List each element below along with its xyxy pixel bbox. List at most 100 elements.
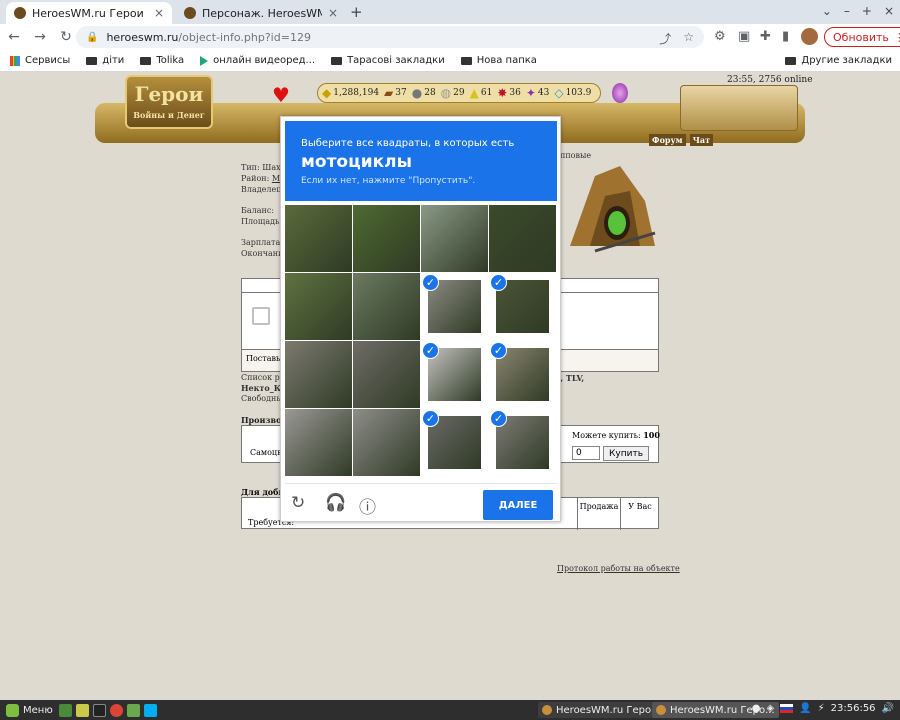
url-path: /object-info.php?id=129 bbox=[178, 30, 311, 44]
profile-avatar[interactable] bbox=[801, 28, 818, 45]
captcha-tile[interactable]: ✓ bbox=[421, 409, 488, 476]
resource-crystal: ✸ 36 bbox=[497, 86, 521, 100]
task-window-1[interactable]: HeroesWM.ru Геро... bbox=[538, 702, 665, 718]
can-buy: Можете купить: 100 bbox=[572, 430, 660, 440]
tab-heroeswm[interactable]: HeroesWM.ru Герои войны и ... × bbox=[6, 2, 172, 24]
captcha-tile[interactable] bbox=[353, 341, 420, 408]
new-tab-button[interactable]: + bbox=[350, 3, 363, 21]
captcha-tile[interactable] bbox=[285, 273, 352, 340]
captcha-tile[interactable]: ✓ bbox=[421, 341, 488, 408]
network-icon[interactable]: ⚡ bbox=[818, 703, 825, 714]
bookmark-label: Сервисы bbox=[25, 55, 71, 66]
update-button[interactable]: Обновить ⋮ bbox=[824, 27, 900, 47]
robot-checkbox[interactable] bbox=[252, 307, 270, 325]
captcha-tile[interactable] bbox=[353, 409, 420, 476]
captcha-tile[interactable] bbox=[421, 205, 488, 272]
can-buy-label: Можете купить: bbox=[572, 431, 641, 440]
captcha-tile[interactable] bbox=[489, 205, 556, 272]
share-icon[interactable]: ⤴ bbox=[659, 30, 671, 47]
group-suffix: пповые bbox=[560, 151, 592, 160]
online-counter: 23:55, 2756 online bbox=[727, 75, 813, 85]
bookmark-star-icon[interactable]: ☆ bbox=[683, 30, 694, 47]
captcha-tile[interactable]: ✓ bbox=[489, 341, 556, 408]
skype-icon[interactable] bbox=[143, 703, 157, 717]
clock[interactable]: 23:56:56 bbox=[831, 703, 876, 714]
other-bookmarks[interactable]: Другие закладки bbox=[785, 55, 892, 66]
files-icon[interactable] bbox=[126, 703, 140, 717]
captcha-tile[interactable] bbox=[353, 273, 420, 340]
resource-wood: ▰ 37 bbox=[384, 86, 407, 100]
captcha-tile[interactable] bbox=[353, 205, 420, 272]
translate-icon[interactable]: ⚙ bbox=[714, 29, 726, 44]
captcha-tile[interactable] bbox=[285, 409, 352, 476]
top-menu: Форум Чат bbox=[649, 134, 714, 146]
captcha-hint: Если их нет, нажмите "Пропустить". bbox=[301, 176, 476, 186]
bookmark-folder[interactable]: діти bbox=[86, 55, 124, 66]
health-heart-icon[interactable]: ♥ bbox=[272, 83, 290, 107]
reload-icon[interactable]: ↻ bbox=[291, 493, 305, 513]
menu-forum[interactable]: Форум bbox=[649, 134, 686, 146]
start-menu-button[interactable]: Меню bbox=[0, 703, 59, 717]
tile-image bbox=[353, 341, 420, 408]
tab-title: HeroesWM.ru Герои войны и ... bbox=[32, 6, 148, 20]
user-icon[interactable]: 👤 bbox=[799, 703, 811, 714]
free-slots: Свободны bbox=[241, 394, 283, 403]
forward-icon[interactable]: → bbox=[28, 29, 52, 45]
terminal-icon[interactable] bbox=[92, 703, 106, 717]
address-bar[interactable]: 🔒 heroeswm.ru/object-info.php?id=129 ⤴ ☆ bbox=[76, 26, 704, 48]
quantity-input[interactable]: 0 bbox=[572, 446, 600, 460]
text-editor-icon[interactable] bbox=[75, 703, 89, 717]
captcha-tile[interactable] bbox=[285, 341, 352, 408]
resource-sulfur: ▲ 61 bbox=[470, 86, 493, 100]
workers-prefix: Список ра bbox=[241, 373, 285, 382]
tab-search-icon[interactable]: ⌄ bbox=[822, 4, 832, 18]
close-tab-icon[interactable]: × bbox=[154, 6, 164, 20]
ore-icon: ● bbox=[411, 86, 423, 100]
close-tab-icon[interactable]: × bbox=[328, 6, 338, 20]
resource-value: 61 bbox=[480, 88, 493, 98]
info-icon[interactable]: ⓘ bbox=[359, 493, 376, 518]
maximize-button[interactable]: + bbox=[862, 4, 872, 18]
protocol-link[interactable]: Протокол работы на объекте bbox=[557, 564, 680, 573]
chrome-icon[interactable] bbox=[109, 703, 123, 717]
object-end: Окончани bbox=[241, 249, 284, 258]
game-logo[interactable]: Герои Войны и Денег bbox=[125, 75, 213, 129]
buy-button[interactable]: Купить bbox=[603, 446, 649, 461]
menu-chat[interactable]: Чат bbox=[689, 134, 714, 146]
update-manager-icon[interactable]: ● bbox=[752, 703, 761, 714]
reload-icon[interactable]: ↻ bbox=[54, 29, 78, 45]
diamond-icon: ◇ bbox=[554, 86, 564, 100]
minimize-button[interactable]: – bbox=[844, 4, 850, 18]
keyboard-layout-flag-icon[interactable] bbox=[780, 704, 794, 713]
captcha-target: мотоциклы bbox=[301, 152, 412, 172]
show-desktop-icon[interactable] bbox=[58, 703, 72, 717]
mana-orb-icon[interactable] bbox=[612, 83, 628, 103]
next-button[interactable]: ДАЛЕЕ bbox=[483, 490, 553, 520]
shield-icon[interactable]: ◈ bbox=[766, 703, 774, 714]
object-type: Тип: Шахт bbox=[241, 163, 286, 172]
heroeswm-favicon-icon bbox=[184, 7, 196, 19]
tab-character[interactable]: Персонаж. HeroesWM.ru Геро... × bbox=[176, 2, 346, 24]
lock-icon[interactable]: 🔒 bbox=[86, 32, 98, 43]
side-panel-icon[interactable]: ▮ bbox=[782, 29, 789, 44]
back-icon[interactable]: ← bbox=[2, 29, 26, 45]
captcha-tile[interactable] bbox=[285, 205, 352, 272]
bookmark-folder[interactable]: Нова папка bbox=[460, 55, 537, 66]
bookmark-apps[interactable]: Сервисы bbox=[10, 55, 70, 66]
bookmark-folder[interactable]: Тарасові закладки bbox=[331, 55, 445, 66]
captcha-tile[interactable]: ✓ bbox=[489, 409, 556, 476]
url-host: heroeswm.ru bbox=[106, 30, 179, 44]
district-label: Район: bbox=[241, 174, 270, 183]
captcha-tile[interactable]: ✓ bbox=[489, 273, 556, 340]
extension-badge-icon[interactable]: ▣ bbox=[738, 29, 750, 44]
volume-icon[interactable]: 🔊 bbox=[882, 703, 894, 714]
workers-list: Список ра bbox=[241, 373, 285, 382]
bookmark-link[interactable]: онлайн видеоред... bbox=[200, 55, 315, 66]
menu-label: Меню bbox=[23, 704, 53, 716]
bookmark-folder[interactable]: Tolika bbox=[140, 55, 184, 66]
extensions-puzzle-icon[interactable]: ✚ bbox=[760, 29, 771, 44]
captcha-tile[interactable]: ✓ bbox=[421, 273, 488, 340]
close-window-button[interactable]: × bbox=[884, 4, 894, 18]
selected-check-icon: ✓ bbox=[422, 274, 439, 291]
audio-icon[interactable]: 🎧 bbox=[325, 493, 346, 513]
